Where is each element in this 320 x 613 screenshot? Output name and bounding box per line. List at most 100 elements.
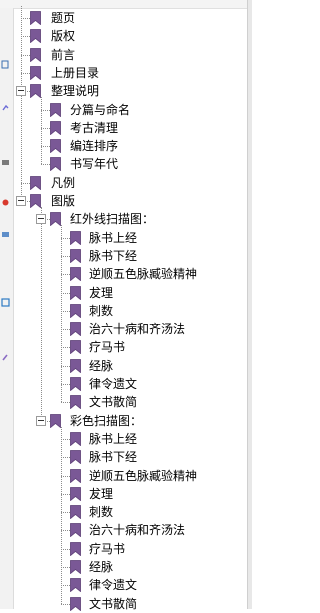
bookmark-icon	[70, 541, 81, 556]
bookmark-item-label[interactable]: 书写年代	[70, 155, 118, 173]
bookmark-item-label[interactable]: 彩色扫描图：	[70, 412, 142, 430]
tree-connector-line	[61, 274, 70, 276]
collapse-minus-icon[interactable]	[36, 415, 46, 426]
bookmark-icon	[70, 340, 81, 355]
bookmark-item-label[interactable]: 分篇与命名	[70, 101, 130, 119]
bookmark-icon	[70, 248, 81, 263]
tree-connector-line	[61, 365, 70, 367]
bookmark-icon	[50, 120, 61, 135]
bookmark-icon	[70, 468, 81, 483]
tree-connector-line	[61, 237, 70, 239]
bookmark-item-label[interactable]: 考古清理	[70, 119, 118, 137]
bookmark-item-label[interactable]: 刺数	[89, 503, 113, 521]
tree-connector-line	[41, 146, 50, 148]
bookmark-item-label[interactable]: 整理说明	[51, 82, 99, 100]
bookmark-icon	[70, 377, 81, 391]
bookmark-item-label[interactable]: 经脉	[89, 558, 113, 576]
tree-connector-line	[61, 512, 70, 514]
bookmark-item-label[interactable]: 疗马书	[89, 338, 125, 356]
bookmark-icon	[70, 505, 81, 520]
tree-connector-line	[61, 347, 70, 349]
tree-connector-line	[61, 457, 70, 459]
tree-connector-line	[61, 603, 70, 605]
bookmark-icon	[50, 102, 61, 117]
bookmark-item-label[interactable]: 脉书下经	[89, 247, 137, 265]
bookmark-item-label[interactable]: 版权	[51, 27, 75, 45]
bookmark-item-label[interactable]: 律令遗文	[89, 375, 137, 393]
bookmark-item-label[interactable]: 犮理	[89, 284, 113, 302]
bookmark-item-label[interactable]: 治六十病和齐汤法	[89, 320, 185, 338]
bookmark-icon	[70, 596, 81, 611]
bookmark-icon	[70, 230, 81, 245]
bookmark-item-label[interactable]: 凡例	[51, 174, 75, 192]
bookmark-item-label[interactable]: 逆顺五色脉臧验精神	[89, 467, 197, 485]
tree-connector-line	[61, 438, 70, 440]
bookmark-icon	[70, 285, 81, 300]
bookmark-icon	[30, 47, 41, 62]
bookmark-item-label[interactable]: 经脉	[89, 357, 113, 375]
tree-connector-line	[61, 402, 70, 404]
bookmark-icon	[30, 65, 41, 80]
bookmark-item-label[interactable]: 脉书上经	[89, 430, 137, 448]
tree-connector-line	[61, 493, 70, 495]
bookmark-icon	[30, 175, 41, 190]
bookmark-item-label[interactable]: 前言	[51, 46, 75, 64]
bookmark-item-label[interactable]: 刺数	[89, 302, 113, 320]
tree-connector-line	[61, 329, 70, 331]
bookmark-icon	[70, 267, 81, 282]
collapse-minus-icon[interactable]	[36, 214, 46, 225]
bookmark-icon	[50, 157, 61, 172]
bookmark-item-label[interactable]: 编连排序	[70, 137, 118, 155]
bookmark-item-label[interactable]: 疗马书	[89, 540, 125, 558]
bookmark-icon	[30, 11, 41, 25]
tree-connector-line	[61, 310, 70, 312]
bookmark-item-label[interactable]: 脉书下经	[89, 448, 137, 466]
tree-connector-line	[61, 585, 70, 587]
bookmark-icon	[50, 413, 61, 428]
bookmark-item-label[interactable]: 犮理	[89, 485, 113, 503]
bookmark-tree: 题页 版权 前言 上册目录 整理说明 分篇与命名 考古清理 编连排序 书写年代 凡例 图版 红外线扫描…	[0, 0, 248, 611]
bookmark-icon	[30, 84, 41, 99]
bookmark-icon	[70, 322, 81, 337]
bookmark-item-label[interactable]: 文书散简	[89, 393, 137, 411]
bookmark-icon	[70, 395, 81, 410]
bookmark-icon	[70, 560, 81, 574]
tree-connector-line	[21, 72, 30, 74]
bookmark-icon	[70, 578, 81, 593]
tree-connector-line	[61, 255, 70, 257]
tree-connector-line	[41, 97, 42, 165]
bookmark-item-label[interactable]: 治六十病和齐汤法	[89, 521, 185, 539]
bookmark-icon	[70, 486, 81, 501]
bookmark-icon	[70, 431, 81, 446]
tree-connector-line	[61, 225, 62, 403]
bookmark-item-label[interactable]: 红外线扫描图：	[70, 210, 154, 228]
tree-connector-line	[61, 548, 70, 550]
bookmark-item-label[interactable]: 律令遗文	[89, 576, 137, 594]
tree-connector-line	[41, 109, 50, 111]
bookmark-icon	[30, 194, 41, 208]
bookmark-item-label[interactable]: 上册目录	[51, 64, 99, 82]
bookmark-item-label[interactable]: 文书散简	[89, 595, 137, 613]
tree-connector-line	[61, 426, 62, 604]
bookmark-icon	[50, 212, 61, 227]
tree-connector-line	[61, 475, 70, 477]
tree-connector-line	[61, 530, 70, 532]
bookmark-icon	[30, 29, 41, 44]
collapse-minus-icon[interactable]	[16, 196, 26, 206]
tree-connector-line	[41, 127, 50, 129]
tree-connector-line	[21, 182, 30, 184]
tree-connector-line	[41, 207, 42, 421]
tree-connector-line	[61, 292, 70, 294]
bookmark-item-label[interactable]: 图版	[51, 192, 75, 210]
bookmark-item-label[interactable]: 逆顺五色脉臧验精神	[89, 265, 197, 283]
tree-connector-line	[41, 164, 50, 166]
bookmark-item-label[interactable]: 题页	[51, 9, 75, 27]
tree-connector-line	[61, 567, 70, 568]
tree-connector-line	[61, 384, 70, 385]
bookmark-icon	[50, 139, 61, 154]
bookmark-icon	[70, 450, 81, 465]
tree-connector-line	[21, 36, 30, 38]
collapse-minus-icon[interactable]	[16, 86, 26, 97]
bookmark-item-label[interactable]: 脉书上经	[89, 229, 137, 247]
bookmark-icon	[70, 523, 81, 538]
